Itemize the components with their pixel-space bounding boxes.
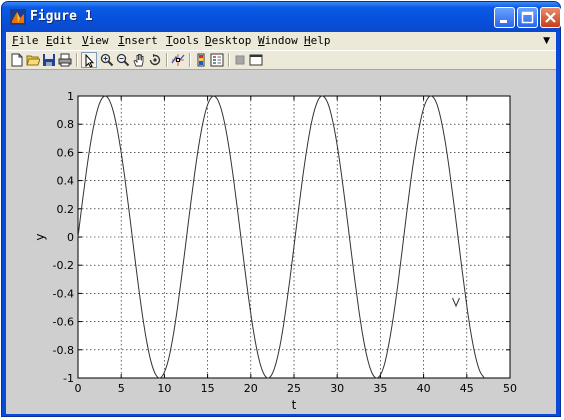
toolbar-separator [166, 53, 168, 67]
menu-desktop-mnemonic: D [205, 34, 212, 47]
rotate-3d-icon[interactable] [148, 53, 162, 67]
menu-edit[interactable]: Edit [46, 34, 73, 47]
y-tick-label: -1 [63, 372, 74, 385]
menu-insert-mnemonic: I [118, 34, 125, 47]
save-icon[interactable] [42, 53, 56, 67]
menu-insert[interactable]: Insert [118, 34, 158, 47]
menu-insert-label: nsert [124, 34, 158, 47]
close-button[interactable] [540, 7, 561, 28]
line-chart[interactable]: 0 5 10 15 20 25 30 35 40 45 50 1 0.8 0.6 0.4 0.2 0 -0.2 -… [6, 70, 556, 414]
hide-plot-tools-icon[interactable] [233, 53, 247, 67]
data-cursor-icon[interactable] [171, 53, 185, 67]
toolbar-separator [228, 53, 230, 67]
window-title: Figure 1 [30, 9, 93, 24]
y-tick-label: -0.8 [53, 344, 74, 357]
x-tick-label: 0 [75, 382, 82, 395]
y-axis-label: y [33, 233, 47, 240]
toolbar-separator [189, 53, 191, 67]
figure-window: Figure 1 File Edit View Insert Tools Des… [1, 1, 561, 417]
menu-bar: File Edit View Insert Tools Desktop Wind… [6, 32, 556, 50]
x-tick-label: 50 [503, 382, 517, 395]
x-tick-label: 40 [417, 382, 431, 395]
y-tick-label: 0.4 [57, 175, 75, 188]
figure-canvas: 0 5 10 15 20 25 30 35 40 45 50 1 0.8 0.6 0.4 0.2 0 -0.2 -… [6, 70, 556, 414]
x-tick-label: 5 [118, 382, 125, 395]
menu-tools-mnemonic: T [166, 34, 173, 47]
y-tick-label: -0.4 [53, 287, 74, 300]
menu-desktop-label: esktop [211, 34, 252, 47]
x-tick-labels: 0 5 10 15 20 25 30 35 40 45 50 [75, 382, 518, 395]
open-file-icon[interactable] [26, 53, 40, 67]
menu-view[interactable]: View [82, 34, 109, 47]
x-tick-label: 10 [157, 382, 171, 395]
menu-edit-label: dit [52, 34, 73, 47]
menu-tools[interactable]: Tools [166, 34, 199, 47]
maximize-button[interactable] [517, 7, 538, 28]
menu-file[interactable]: File [12, 34, 39, 47]
window-client-area: File Edit View Insert Tools Desktop Wind… [6, 32, 556, 414]
menu-window-label: indow [264, 34, 298, 47]
menu-window-mnemonic: W [258, 34, 265, 47]
insert-legend-icon[interactable] [210, 53, 224, 67]
print-icon[interactable] [58, 53, 72, 67]
menu-help[interactable]: Help [304, 34, 331, 47]
maximize-icon [521, 11, 534, 24]
y-tick-label: 0.2 [57, 203, 75, 216]
y-tick-label: -0.6 [53, 316, 74, 329]
edit-plot-button[interactable] [81, 52, 97, 68]
y-tick-labels: 1 0.8 0.6 0.4 0.2 0 -0.2 -0.4 -0.6 -0.8 -1 [53, 90, 74, 385]
close-icon [545, 12, 556, 23]
insert-colorbar-icon[interactable] [194, 53, 208, 67]
menu-view-mnemonic: V [82, 34, 89, 47]
title-bar[interactable]: Figure 1 [2, 2, 561, 32]
x-tick-label: 25 [287, 382, 301, 395]
y-tick-label: 0.8 [57, 118, 75, 131]
x-tick-label: 30 [330, 382, 344, 395]
x-axis-label: t [292, 398, 297, 412]
menu-file-label: ile [18, 34, 39, 47]
x-tick-label: 20 [244, 382, 258, 395]
toolbar-separator [76, 53, 78, 67]
pan-hand-icon[interactable] [132, 53, 146, 67]
menu-desktop[interactable]: Desktop [205, 34, 251, 47]
new-file-icon[interactable] [10, 53, 24, 67]
menu-edit-mnemonic: E [46, 34, 53, 47]
x-tick-label: 35 [373, 382, 387, 395]
zoom-in-icon[interactable] [100, 53, 114, 67]
menu-help-mnemonic: H [304, 34, 311, 47]
minimize-button[interactable] [494, 7, 515, 28]
menu-view-label: iew [88, 34, 109, 47]
menu-window[interactable]: Window [258, 34, 298, 47]
x-tick-label: 15 [201, 382, 215, 395]
zoom-out-icon[interactable] [116, 53, 130, 67]
menu-overflow-icon[interactable]: ▼ [543, 36, 550, 46]
y-tick-label: 0 [67, 231, 74, 244]
minimize-icon [500, 20, 507, 23]
figure-toolbar [6, 50, 556, 70]
x-tick-label: 45 [460, 382, 474, 395]
show-plot-tools-icon[interactable] [249, 53, 263, 67]
menu-tools-label: ools [172, 34, 200, 47]
y-tick-label: 1 [67, 90, 74, 103]
menu-file-mnemonic: F [12, 34, 19, 47]
menu-help-label: elp [310, 34, 331, 47]
y-tick-label: -0.2 [53, 259, 74, 272]
y-tick-label: 0.6 [57, 146, 75, 159]
matlab-figure-icon [10, 9, 26, 25]
edit-plot-arrow-icon [85, 53, 95, 68]
